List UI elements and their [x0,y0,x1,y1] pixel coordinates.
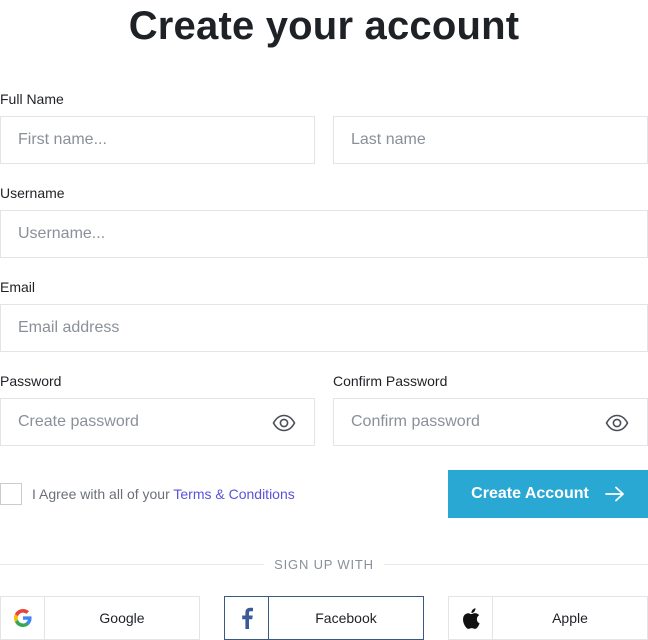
last-name-input[interactable] [351,131,630,149]
confirm-password-input[interactable] [351,413,630,431]
agree-text: I Agree with all of your Terms & Conditi… [32,486,295,502]
email-label: Email [0,279,36,295]
eye-icon[interactable] [605,412,629,434]
full-name-label: Full Name [0,91,64,107]
create-account-button[interactable]: Create Account [448,470,648,518]
apple-label: Apple [552,610,588,626]
arrow-right-icon [604,486,624,502]
facebook-label: Facebook [315,610,377,626]
signup-with-heading: SIGN UP WITH [0,556,648,574]
email-input[interactable] [18,319,630,337]
confirm-password-field[interactable] [333,398,648,446]
email-field[interactable] [0,304,648,352]
apple-button[interactable]: Apple [448,596,648,640]
last-name-field[interactable] [333,116,648,164]
agree-label: I Agree with all of your [32,486,174,502]
create-account-label: Create Account [471,485,589,502]
page-title: Create your account [128,4,520,48]
google-button[interactable]: Google [0,596,200,640]
password-input[interactable] [18,413,297,431]
password-field[interactable] [0,398,315,446]
agree-row: I Agree with all of your Terms & Conditi… [0,483,295,505]
google-icon [1,597,45,639]
facebook-button[interactable]: Facebook [224,596,424,640]
first-name-input[interactable] [18,131,297,149]
agree-checkbox[interactable] [0,483,22,505]
username-label: Username [0,185,65,201]
eye-icon[interactable] [272,412,296,434]
signup-with-text: SIGN UP WITH [272,557,376,572]
google-label: Google [99,610,145,626]
facebook-icon [225,597,269,639]
first-name-field[interactable] [0,116,315,164]
password-label: Password [0,373,62,389]
terms-link[interactable]: Terms & Conditions [173,486,294,502]
apple-icon [449,597,493,639]
username-input[interactable] [18,225,630,243]
confirm-password-label: Confirm Password [333,373,448,389]
username-field[interactable] [0,210,648,258]
